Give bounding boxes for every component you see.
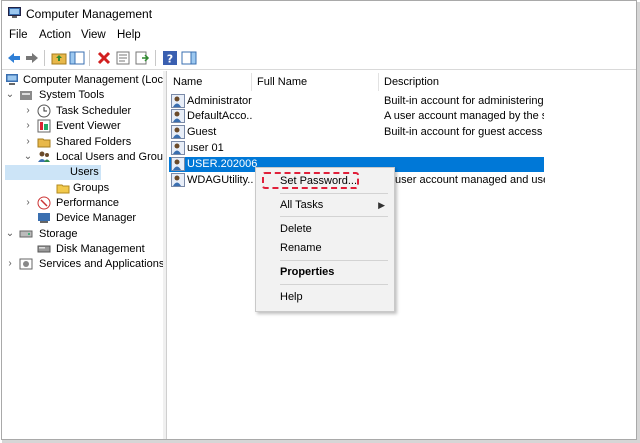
menu-item-delete[interactable]: Delete	[280, 223, 312, 235]
tree-label: Storage	[39, 228, 78, 240]
forward-arrow-icon[interactable]	[24, 50, 40, 66]
toolbar-separator	[155, 50, 156, 66]
event-viewer-icon	[37, 119, 51, 133]
cell-name: DefaultAcco...	[187, 110, 253, 122]
tree-label: Services and Applications	[39, 258, 164, 270]
computer-management-window: Computer Management File Action View Hel…	[1, 0, 637, 440]
help-icon[interactable]: ?	[162, 50, 178, 66]
show-action-pane-icon[interactable]	[181, 50, 197, 66]
user-icon	[171, 109, 185, 123]
tree-label: Device Manager	[56, 212, 137, 224]
tree-label: Event Viewer	[56, 120, 121, 132]
performance-icon	[37, 196, 51, 210]
cell-name: Guest	[187, 126, 217, 138]
user-icon	[171, 157, 185, 171]
toolbar-separator	[89, 50, 90, 66]
cell-description: Built-in account for guest access t...	[384, 126, 544, 138]
title-bar: Computer Management	[2, 1, 636, 26]
tree-node-users[interactable]	[5, 165, 70, 180]
disk-management-icon	[37, 245, 51, 253]
column-header-label: Description	[384, 76, 440, 88]
window-title: Computer Management	[26, 7, 153, 21]
cell-name: WDAGUtility...	[187, 174, 253, 186]
cell-name: Administrator	[187, 95, 252, 107]
tree-label: Groups	[73, 182, 110, 194]
tree-label: Performance	[56, 197, 119, 209]
tree-label: Local Users and Groups	[56, 151, 164, 163]
tree-label: Computer Management (Local	[23, 74, 164, 86]
table-row[interactable]: Administrator Built-in account for admin…	[169, 94, 544, 109]
menu-separator	[280, 193, 388, 194]
properties-icon[interactable]	[115, 50, 131, 66]
table-row[interactable]: Guest Built-in account for guest access …	[169, 125, 544, 140]
column-header-label: Full Name	[257, 76, 308, 88]
storage-icon	[19, 230, 33, 238]
export-list-icon[interactable]	[134, 50, 150, 66]
menu-item-help[interactable]: Help	[280, 291, 303, 303]
delete-icon[interactable]	[96, 50, 112, 66]
users-list: Name Full Name Description Administrator…	[167, 71, 636, 439]
cell-description: user account managed and use...	[395, 174, 545, 186]
user-icon	[171, 125, 185, 139]
user-icon	[171, 173, 185, 187]
tree-label: Task Scheduler	[56, 105, 132, 117]
column-header-description[interactable]: Description	[379, 74, 549, 90]
chevron-right-icon[interactable]: ›	[23, 120, 33, 132]
users-group-icon	[38, 151, 50, 162]
tree-label: Disk Management	[56, 243, 145, 255]
console-tree: Computer Management (Local ⌄ System Tool…	[2, 71, 164, 439]
computer-management-icon	[8, 7, 21, 18]
cell-name: USER.202006...	[187, 158, 257, 170]
show-hide-console-tree-icon[interactable]	[69, 50, 85, 66]
context-menu: Set Password... All Tasks ▶ Delete Renam…	[255, 167, 395, 312]
tree-label: System Tools	[39, 89, 105, 101]
menu-item-all-tasks[interactable]: All Tasks	[280, 199, 323, 211]
menu-separator	[280, 284, 388, 285]
computer-icon	[6, 74, 18, 85]
chevron-down-icon[interactable]: ⌄	[5, 89, 15, 101]
chevron-right-icon[interactable]: ›	[23, 136, 33, 148]
up-folder-icon[interactable]	[51, 50, 67, 66]
toolbar-separator	[44, 50, 45, 66]
svg-text:?: ?	[167, 53, 173, 66]
tree-node-users-selection: Users	[55, 165, 101, 180]
chevron-down-icon[interactable]: ⌄	[23, 151, 33, 163]
tree-label: Shared Folders	[56, 136, 132, 148]
column-header-label: Name	[173, 76, 203, 88]
menu-separator	[280, 216, 388, 217]
menu-separator	[280, 260, 388, 261]
folder-icon	[56, 184, 70, 194]
chevron-right-icon[interactable]: ›	[23, 197, 33, 209]
table-row[interactable]: user 01	[169, 141, 544, 156]
cell-description: A user account managed by the s...	[384, 110, 544, 122]
user-icon	[171, 141, 185, 155]
table-row[interactable]: DefaultAcco... A user account managed by…	[169, 109, 544, 124]
device-manager-icon	[38, 213, 50, 223]
menu-item-set-password[interactable]: Set Password...	[280, 175, 357, 187]
chevron-down-icon[interactable]: ⌄	[5, 228, 15, 240]
column-header-full-name[interactable]: Full Name	[252, 74, 378, 90]
menu-bar: File Action View Help	[2, 27, 636, 45]
menu-item-properties[interactable]: Properties	[280, 266, 334, 278]
tree-label: Users	[70, 166, 99, 178]
cell-name: user 01	[187, 142, 224, 154]
column-header-name[interactable]: Name	[167, 74, 251, 90]
chevron-right-icon: ▶	[378, 200, 385, 210]
menu-view[interactable]: View	[81, 29, 106, 41]
menu-file[interactable]: File	[9, 29, 28, 41]
shared-folder-icon	[37, 138, 51, 148]
services-icon	[19, 258, 33, 270]
cell-description: Built-in account for administering...	[384, 95, 544, 107]
chevron-right-icon[interactable]: ›	[23, 105, 33, 117]
user-icon	[171, 94, 185, 108]
back-arrow-icon[interactable]	[6, 50, 22, 66]
menu-item-rename[interactable]: Rename	[280, 242, 322, 254]
menu-action[interactable]: Action	[39, 29, 71, 41]
toolbar: ?	[2, 47, 636, 70]
system-tools-icon	[20, 91, 32, 100]
menu-help[interactable]: Help	[117, 29, 141, 41]
chevron-right-icon[interactable]: ›	[5, 258, 15, 270]
task-scheduler-icon	[37, 104, 51, 118]
